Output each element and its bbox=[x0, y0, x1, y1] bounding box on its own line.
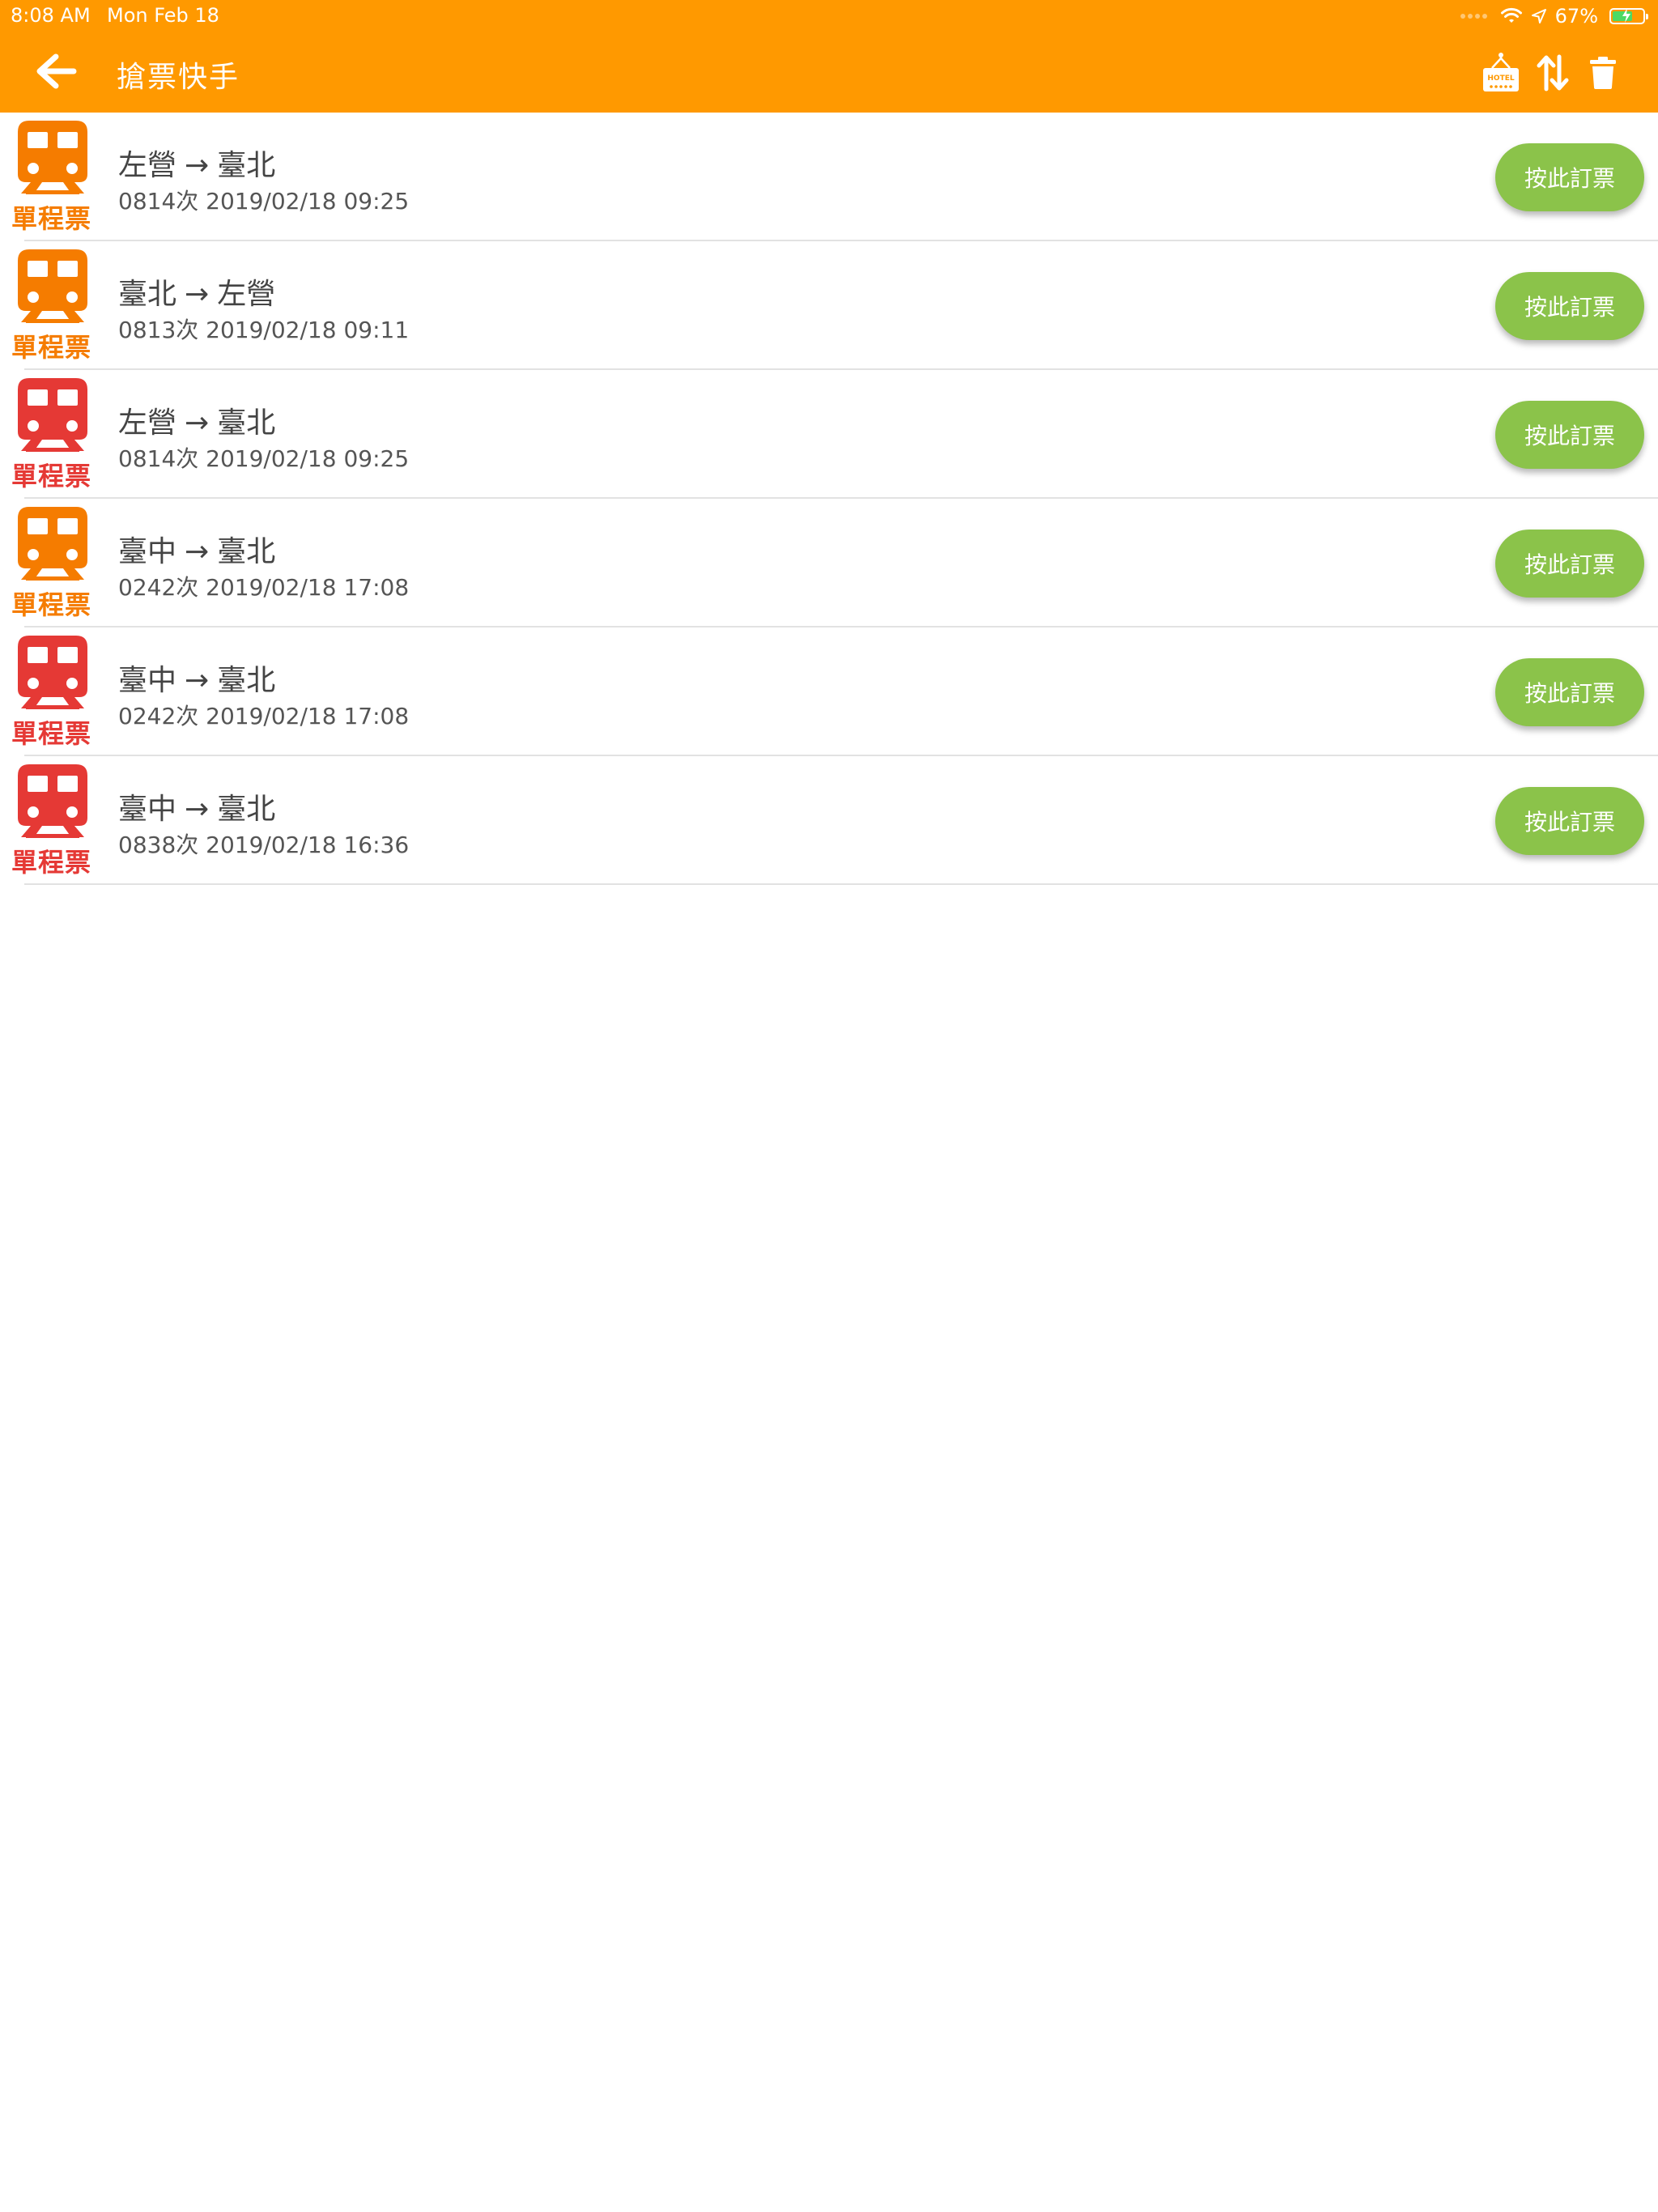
destination-station: 臺北 bbox=[217, 664, 276, 697]
route: 臺中 → 臺北 bbox=[118, 528, 275, 570]
list-item[interactable]: 單程票 臺北 → 左營 0813次 2019/02/18 09:11 按此訂票 bbox=[0, 241, 1658, 370]
book-button[interactable]: 按此訂票 bbox=[1495, 401, 1644, 469]
destination-station: 臺北 bbox=[217, 793, 276, 826]
list-item[interactable]: 單程票 臺中 → 臺北 0242次 2019/02/18 17:08 按此訂票 bbox=[0, 627, 1658, 756]
sort-button[interactable] bbox=[1530, 50, 1575, 96]
signal-dots-icon bbox=[1460, 14, 1487, 19]
train-icon bbox=[18, 121, 87, 194]
origin-station: 左營 bbox=[118, 406, 177, 440]
train-icon bbox=[18, 636, 87, 709]
ticket-type-label: 單程票 bbox=[11, 203, 92, 234]
destination-station: 臺北 bbox=[217, 149, 276, 182]
list-item[interactable]: 單程票 臺中 → 臺北 0242次 2019/02/18 17:08 按此訂票 bbox=[0, 499, 1658, 627]
train-icon bbox=[18, 249, 87, 323]
delete-button[interactable] bbox=[1580, 50, 1626, 96]
train-detail: 0814次 2019/02/18 09:25 bbox=[118, 445, 410, 472]
book-button[interactable]: 按此訂票 bbox=[1495, 272, 1644, 340]
route: 臺中 → 臺北 bbox=[118, 785, 275, 827]
route-arrow: → bbox=[185, 149, 210, 182]
status-indicators: 67% bbox=[1460, 2, 1648, 30]
divider bbox=[24, 883, 1658, 885]
app-header: 8:08 AM Mon Feb 18 67% 搶票快手 HOTEL bbox=[0, 0, 1658, 113]
ticket-list: 單程票 左營 → 臺北 0814次 2019/02/18 09:25 按此訂票 單程… bbox=[0, 113, 1658, 885]
train-icon bbox=[18, 764, 87, 838]
book-button[interactable]: 按此訂票 bbox=[1495, 787, 1644, 855]
train-icon bbox=[18, 378, 87, 452]
svg-text:HOTEL: HOTEL bbox=[1487, 74, 1514, 83]
arrow-left-icon bbox=[36, 53, 77, 89]
route: 左營 → 臺北 bbox=[118, 142, 275, 184]
hotel-button[interactable]: HOTEL bbox=[1478, 50, 1524, 96]
destination-station: 臺北 bbox=[217, 535, 276, 568]
ticket-type-label: 單程票 bbox=[11, 589, 92, 620]
trash-icon bbox=[1590, 57, 1616, 89]
location-arrow-icon bbox=[1531, 9, 1546, 23]
wifi-icon bbox=[1500, 7, 1522, 23]
status-time: 8:08 AM bbox=[11, 4, 91, 27]
destination-station: 左營 bbox=[217, 278, 276, 311]
origin-station: 左營 bbox=[118, 149, 177, 182]
route: 左營 → 臺北 bbox=[118, 399, 275, 441]
origin-station: 臺中 bbox=[118, 793, 177, 826]
train-detail: 0813次 2019/02/18 09:11 bbox=[118, 317, 410, 343]
origin-station: 臺中 bbox=[118, 664, 177, 697]
route: 臺中 → 臺北 bbox=[118, 657, 275, 699]
list-item[interactable]: 單程票 左營 → 臺北 0814次 2019/02/18 09:25 按此訂票 bbox=[0, 113, 1658, 241]
book-button[interactable]: 按此訂票 bbox=[1495, 143, 1644, 211]
ticket-type-label: 單程票 bbox=[11, 847, 92, 878]
hotel-sign-icon: HOTEL bbox=[1483, 53, 1519, 91]
status-date: Mon Feb 18 bbox=[107, 4, 219, 27]
app-bar: 搶票快手 HOTEL bbox=[0, 32, 1658, 113]
list-item[interactable]: 單程票 臺中 → 臺北 0838次 2019/02/18 16:36 按此訂票 bbox=[0, 756, 1658, 885]
origin-station: 臺中 bbox=[118, 535, 177, 568]
sort-up-down-icon bbox=[1537, 54, 1569, 91]
train-detail: 0242次 2019/02/18 17:08 bbox=[118, 574, 410, 601]
destination-station: 臺北 bbox=[217, 406, 276, 440]
ticket-type-label: 單程票 bbox=[11, 332, 92, 363]
book-button[interactable]: 按此訂票 bbox=[1495, 658, 1644, 726]
train-detail: 0814次 2019/02/18 09:25 bbox=[118, 188, 410, 215]
route-arrow: → bbox=[185, 278, 210, 311]
page-title: 搶票快手 bbox=[117, 61, 240, 94]
route-arrow: → bbox=[185, 664, 210, 697]
route: 臺北 → 左營 bbox=[118, 270, 275, 313]
battery-percent: 67% bbox=[1554, 5, 1598, 28]
train-detail: 0838次 2019/02/18 16:36 bbox=[118, 832, 410, 858]
back-button[interactable] bbox=[31, 50, 81, 92]
route-arrow: → bbox=[185, 793, 210, 826]
book-button[interactable]: 按此訂票 bbox=[1495, 530, 1644, 598]
train-detail: 0242次 2019/02/18 17:08 bbox=[118, 703, 410, 730]
train-icon bbox=[18, 507, 87, 581]
list-item[interactable]: 單程票 左營 → 臺北 0814次 2019/02/18 09:25 按此訂票 bbox=[0, 370, 1658, 499]
route-arrow: → bbox=[185, 406, 210, 440]
battery-charging-icon bbox=[1609, 8, 1648, 24]
status-bar: 8:08 AM Mon Feb 18 67% bbox=[0, 0, 1658, 32]
origin-station: 臺北 bbox=[118, 278, 177, 311]
ticket-type-label: 單程票 bbox=[11, 461, 92, 491]
ticket-type-label: 單程票 bbox=[11, 718, 92, 749]
route-arrow: → bbox=[185, 535, 210, 568]
